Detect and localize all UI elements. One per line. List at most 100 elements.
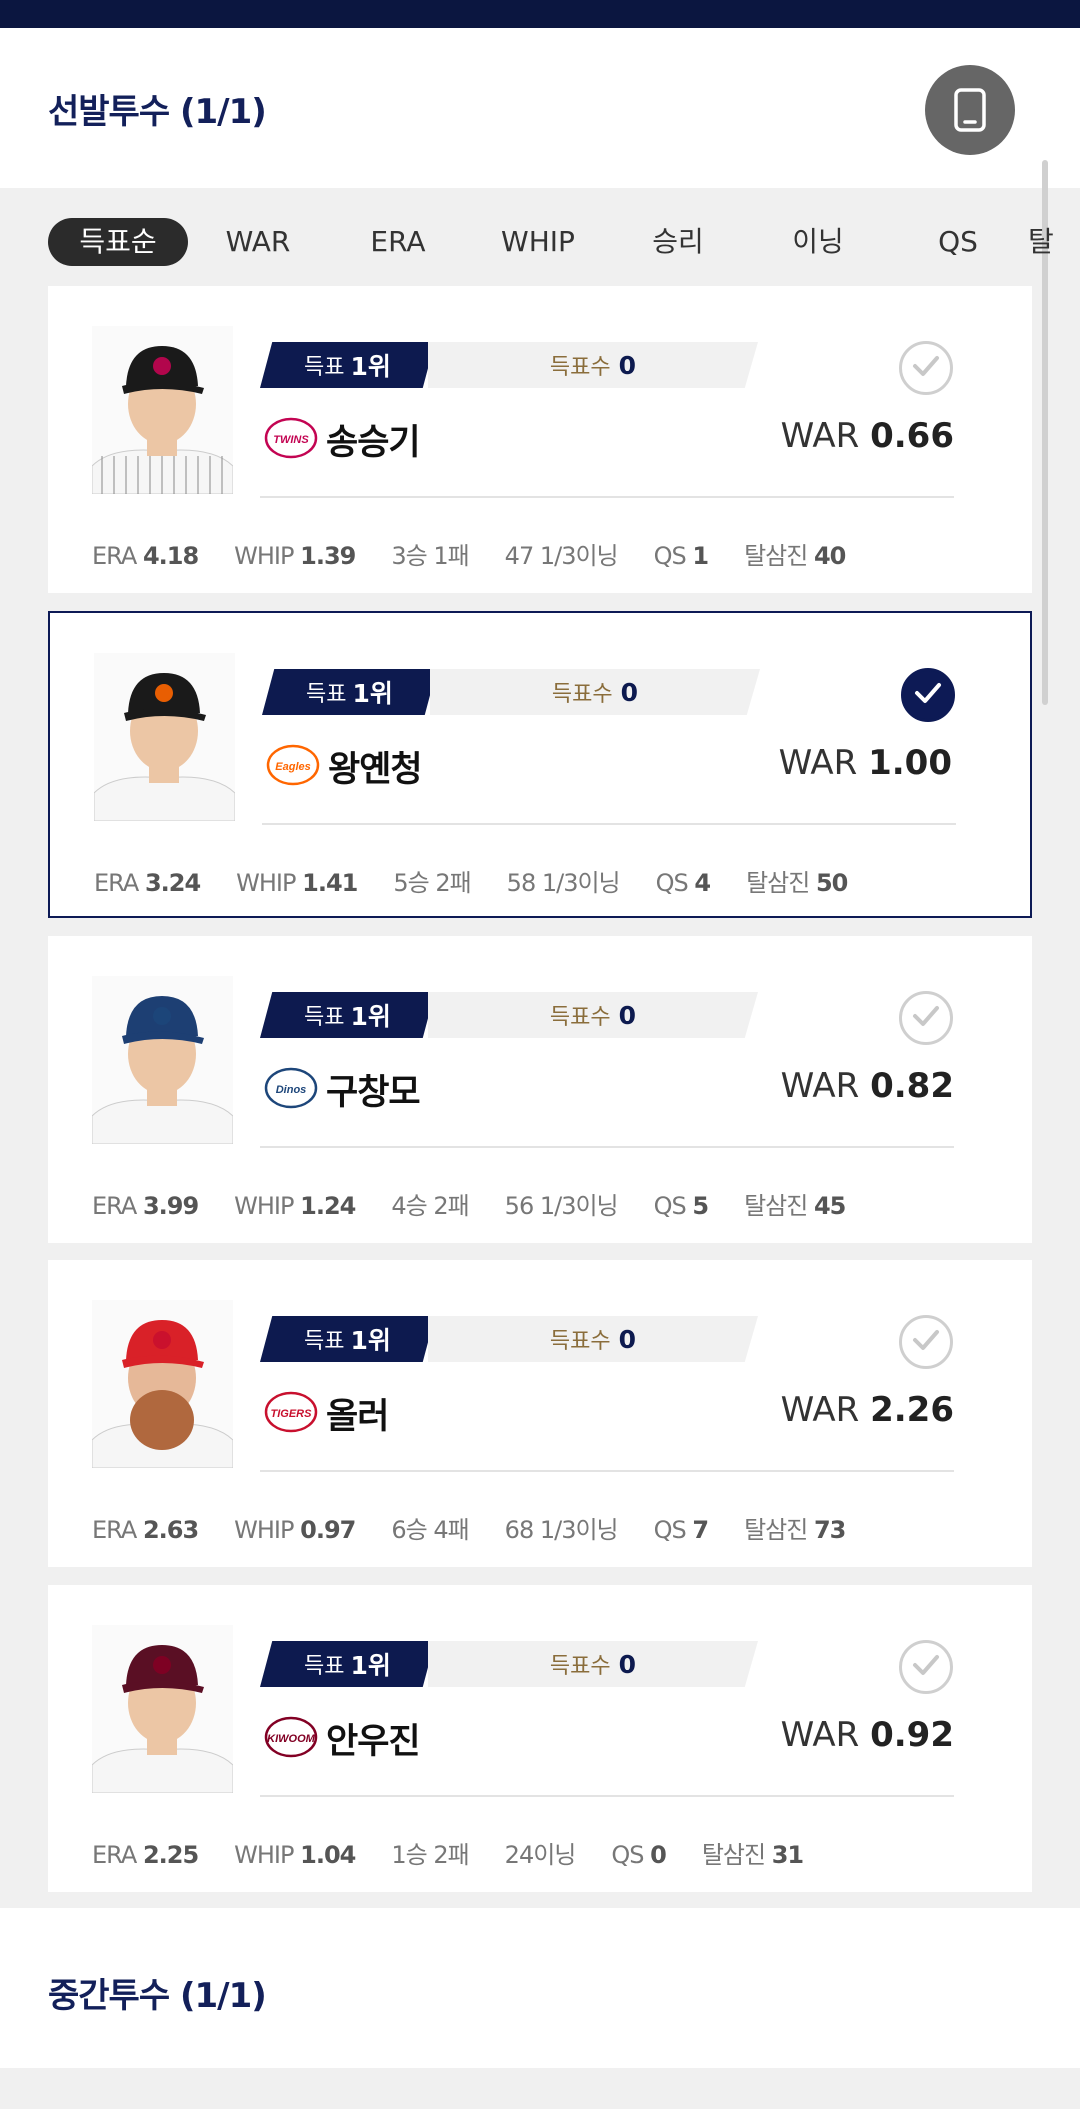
era-value: 2.25 <box>142 1841 199 1869</box>
rank-label: 득표 <box>304 355 345 380</box>
rank-badge: 득표 1위 <box>260 992 435 1038</box>
qs-value: 7 <box>692 1516 709 1544</box>
strikeout-label: 탈삼진 <box>746 869 810 897</box>
select-check-button[interactable] <box>901 668 955 722</box>
team-logo: TWINS <box>263 416 319 460</box>
strikeout-label: 탈삼진 <box>744 1516 808 1544</box>
checkmark-icon <box>914 682 942 708</box>
tab-4[interactable]: 승리 <box>608 218 748 266</box>
vote-count: 득표수 0 <box>428 992 758 1038</box>
divider <box>260 1470 954 1472</box>
tab-6[interactable]: QS <box>888 218 1028 266</box>
era-label: ERA <box>92 1841 137 1869</box>
vote-label: 득표수 <box>549 1654 611 1679</box>
team-logo: TIGERS <box>263 1390 319 1434</box>
qs-label: QS <box>653 1516 687 1544</box>
rank-value: 1위 <box>350 1326 391 1355</box>
stat-line: ERA 3.99 WHIP 1.24 4승 2패 56 1/3이닝 QS 5 탈삼진 45 <box>92 1186 881 1221</box>
pitcher-card[interactable]: 득표 1위 득표수 0 Eagles 왕옌청 WAR 1.00 ERA 3.24 WHIP 1.… <box>48 611 1032 918</box>
player-photo <box>92 1625 233 1793</box>
rank-label: 득표 <box>304 1005 345 1030</box>
qs-label: QS <box>655 869 689 897</box>
tab-2[interactable]: ERA <box>328 218 468 266</box>
record-stat: 4승 2패 <box>391 1192 469 1220</box>
innings-stat: 68 1/3이닝 <box>504 1516 619 1544</box>
strikeout-label: 탈삼진 <box>744 1192 808 1220</box>
team-logo: Dinos <box>263 1066 319 1110</box>
tab-5[interactable]: 이닝 <box>748 218 888 266</box>
player-name: 송승기 <box>326 423 421 463</box>
stat-line: ERA 4.18 WHIP 1.39 3승 1패 47 1/3이닝 QS 1 탈삼진 40 <box>92 536 881 571</box>
vote-count: 득표수 0 <box>430 669 760 715</box>
vote-value: 0 <box>618 1649 637 1679</box>
svg-text:TIGERS: TIGERS <box>271 1408 313 1420</box>
stat-line: ERA 3.24 WHIP 1.41 5승 2패 58 1/3이닝 QS 4 탈삼진 50 <box>94 863 883 898</box>
strikeout-label: 탈삼진 <box>701 1841 766 1869</box>
player-name: 올러 <box>326 1397 389 1437</box>
player-photo <box>92 326 233 494</box>
qs-stat: QS 0 <box>611 1841 667 1869</box>
rank-value: 1위 <box>350 1002 391 1031</box>
divider <box>260 1146 954 1148</box>
tab-7[interactable]: 탈 <box>1028 218 1080 266</box>
rank-badge: 득표 1위 <box>260 342 435 388</box>
era-stat: ERA 3.24 <box>94 869 201 897</box>
war-value: 0.66 <box>870 416 954 456</box>
war-stat: WAR 0.66 <box>781 416 954 456</box>
select-check-button[interactable] <box>899 1640 953 1694</box>
war-label: WAR <box>780 1066 860 1106</box>
qs-stat: QS 1 <box>653 542 709 570</box>
war-label: WAR <box>780 416 860 456</box>
rank-value: 1위 <box>350 352 391 381</box>
player-name: 왕옌청 <box>328 750 423 790</box>
war-value: 2.26 <box>870 1390 954 1430</box>
relief-pitcher-header: 중간투수 (1/1) <box>0 1908 1080 2068</box>
qs-label: QS <box>611 1841 644 1869</box>
pitcher-card[interactable]: 득표 1위 득표수 0 TIGERS 올러 WAR 2.26 ERA 2.63 WHIP 0.9… <box>48 1260 1032 1567</box>
war-label: WAR <box>780 1715 860 1755</box>
player-photo <box>92 976 233 1144</box>
rank-badge: 득표 1위 <box>260 1641 435 1687</box>
rank-label: 득표 <box>304 1654 345 1679</box>
strikeout-value: 50 <box>815 869 848 897</box>
tab-0[interactable]: 득표순 <box>48 218 188 266</box>
qs-value: 4 <box>694 869 711 897</box>
rank-badge: 득표 1위 <box>260 1316 435 1362</box>
select-check-button[interactable] <box>899 991 953 1045</box>
mobile-phone-button[interactable] <box>925 65 1015 155</box>
war-stat: WAR 1.00 <box>779 743 952 783</box>
record-stat: 1승 2패 <box>391 1841 469 1869</box>
pitcher-card[interactable]: 득표 1위 득표수 0 TWINS 송승기 WAR 0.66 ERA 4.18 WHIP 1.3… <box>48 286 1032 593</box>
strikeout-value: 31 <box>771 1841 804 1869</box>
era-stat: ERA 2.25 <box>92 1841 199 1869</box>
whip-value: 1.24 <box>300 1192 356 1220</box>
tab-3[interactable]: WHIP <box>468 218 608 266</box>
era-stat: ERA 2.63 <box>92 1516 199 1544</box>
qs-label: QS <box>653 542 687 570</box>
tab-1[interactable]: WAR <box>188 218 328 266</box>
strikeout-stat: 탈삼진 31 <box>701 1841 804 1869</box>
vote-label: 득표수 <box>549 1329 611 1354</box>
era-label: ERA <box>94 869 139 897</box>
qs-value: 0 <box>650 1841 667 1869</box>
war-stat: WAR 0.92 <box>781 1715 954 1755</box>
strikeout-value: 40 <box>813 542 846 570</box>
player-photo <box>94 653 235 821</box>
vote-value: 0 <box>618 1000 637 1030</box>
select-check-button[interactable] <box>899 341 953 395</box>
war-label: WAR <box>780 1390 860 1430</box>
team-logo: KIWOOM <box>263 1715 319 1759</box>
whip-stat: WHIP 1.24 <box>234 1192 356 1220</box>
vote-count: 득표수 0 <box>428 1641 758 1687</box>
innings-stat: 58 1/3이닝 <box>506 869 621 897</box>
select-check-button[interactable] <box>899 1315 953 1369</box>
war-value: 1.00 <box>868 743 952 783</box>
qs-stat: QS 5 <box>654 1192 709 1220</box>
checkmark-icon <box>912 1329 940 1355</box>
svg-text:KIWOOM: KIWOOM <box>267 1733 315 1745</box>
pitcher-card[interactable]: 득표 1위 득표수 0 KIWOOM 안우진 WAR 0.92 ERA 2.25 WHIP 1.… <box>48 1585 1032 1892</box>
record-stat: 6승 4패 <box>391 1516 469 1544</box>
pitcher-card[interactable]: 득표 1위 득표수 0 Dinos 구창모 WAR 0.82 ERA 3.99 WHIP 1.2… <box>48 936 1032 1243</box>
whip-label: WHIP <box>234 542 294 570</box>
qs-stat: QS 4 <box>655 869 711 897</box>
